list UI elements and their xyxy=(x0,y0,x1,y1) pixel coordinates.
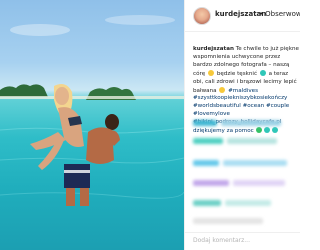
avatar[interactable] xyxy=(193,7,211,25)
follow-button[interactable]: •Obserwowanie xyxy=(259,10,300,18)
post-header: kurdejszatan •Obserwowanie xyxy=(185,0,300,32)
blurred-comment xyxy=(193,200,221,206)
blurred-comment xyxy=(223,160,287,166)
blurred-comment xyxy=(227,138,277,144)
blurred-comment xyxy=(193,138,223,144)
follow-label: Obserwowanie xyxy=(265,10,300,18)
caption-username[interactable]: kurdejszatan xyxy=(193,46,234,52)
blurred-comment xyxy=(233,180,285,186)
green-heart-icon xyxy=(256,127,263,134)
comment-input[interactable]: Dodaj komentarz... xyxy=(193,237,250,244)
blurred-comment xyxy=(193,160,219,166)
teal-heart-icon xyxy=(264,127,271,134)
smile-emoji-icon xyxy=(208,69,215,76)
blurred-comment xyxy=(193,180,229,186)
caption-text-2: będzie tęsknić xyxy=(216,70,258,77)
comment-footer: Dodaj komentarz... xyxy=(185,232,300,250)
happy-emoji-icon xyxy=(219,86,226,93)
post-side-panel: kurdejszatan •Obserwowanie kurdejszatan … xyxy=(184,0,300,250)
wave-emoji-icon xyxy=(259,69,266,76)
blurred-comment xyxy=(193,218,263,224)
blue-heart-icon xyxy=(272,127,279,134)
beach-photo-illustration xyxy=(0,15,184,206)
blurred-comment xyxy=(225,200,271,206)
follow-separator: • xyxy=(259,10,264,18)
post-photo[interactable] xyxy=(0,0,184,250)
blurred-comment xyxy=(221,120,281,126)
blurred-comment xyxy=(193,120,217,126)
